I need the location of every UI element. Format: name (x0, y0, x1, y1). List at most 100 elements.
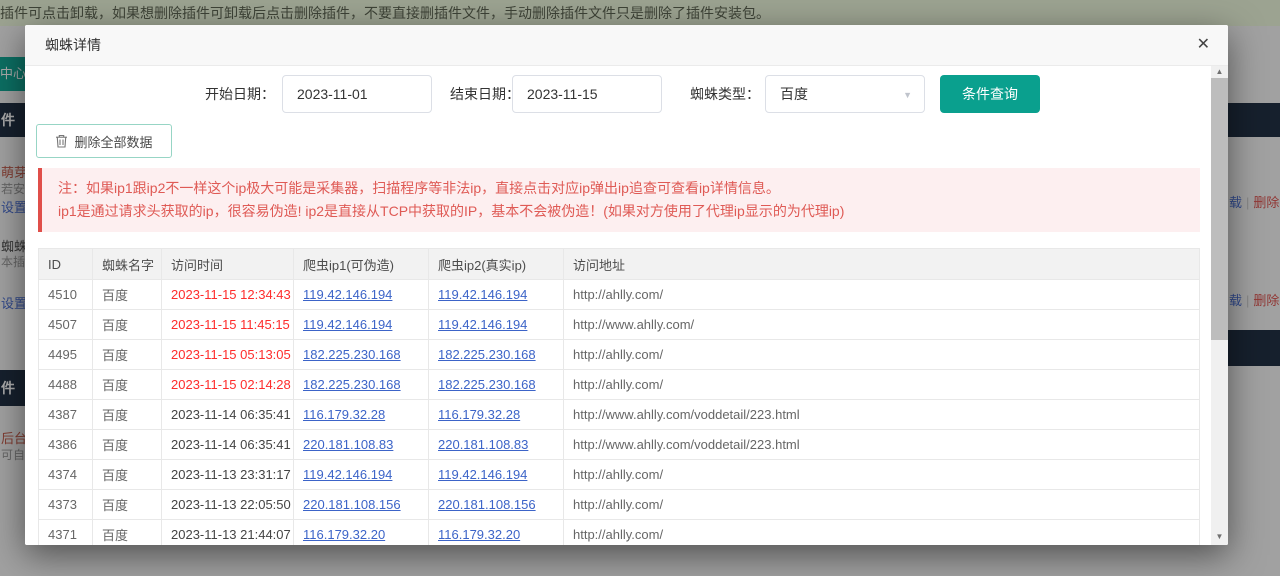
cell-id: 4371 (39, 520, 93, 546)
cell-ip1: 119.42.146.194 (294, 460, 429, 490)
cell-id: 4373 (39, 490, 93, 520)
cell-ip1-link[interactable]: 182.225.230.168 (303, 347, 401, 362)
cell-spider-name: 百度 (93, 430, 162, 460)
cell-spider-name: 百度 (93, 340, 162, 370)
table-header-row: ID蜘蛛名字访问时间爬虫ip1(可伪造)爬虫ip2(真实ip)访问地址 (39, 249, 1200, 280)
cell-spider-name: 百度 (93, 490, 162, 520)
cell-ip2: 119.42.146.194 (429, 280, 564, 310)
cell-ip2-link[interactable]: 182.225.230.168 (438, 377, 536, 392)
cell-ip1-link[interactable]: 119.42.146.194 (303, 287, 392, 302)
cell-ip2-link[interactable]: 220.181.108.83 (438, 437, 528, 452)
column-header: 爬虫ip2(真实ip) (429, 249, 564, 280)
cell-ip1: 182.225.230.168 (294, 370, 429, 400)
cell-ip2: 119.42.146.194 (429, 460, 564, 490)
cell-ip2: 220.181.108.156 (429, 490, 564, 520)
cell-ip2-link[interactable]: 119.42.146.194 (438, 317, 527, 332)
cell-id: 4374 (39, 460, 93, 490)
close-icon[interactable]: ✕ (1197, 25, 1210, 65)
spider-type-value: 百度 (780, 86, 808, 102)
table-row: 4510百度2023-11-15 12:34:43119.42.146.1941… (39, 280, 1200, 310)
delete-all-button[interactable]: 删除全部数据 (36, 124, 172, 158)
cell-ip2-link[interactable]: 116.179.32.20 (438, 527, 520, 542)
table-row: 4387百度2023-11-14 06:35:41116.179.32.2811… (39, 400, 1200, 430)
spider-table: ID蜘蛛名字访问时间爬虫ip1(可伪造)爬虫ip2(真实ip)访问地址 4510… (38, 248, 1200, 545)
cell-spider-name: 百度 (93, 520, 162, 546)
cell-visit-url: http://ahlly.com/ (564, 490, 1200, 520)
cell-ip1: 220.181.108.83 (294, 430, 429, 460)
cell-ip2-link[interactable]: 119.42.146.194 (438, 287, 527, 302)
cell-visit-url: http://www.ahlly.com/voddetail/223.html (564, 400, 1200, 430)
cell-ip1-link[interactable]: 220.181.108.156 (303, 497, 401, 512)
cell-visit-url: http://ahlly.com/ (564, 280, 1200, 310)
cell-visit-url: http://www.ahlly.com/ (564, 310, 1200, 340)
cell-visit-url: http://ahlly.com/ (564, 370, 1200, 400)
scroll-down-icon[interactable]: ▼ (1211, 531, 1228, 543)
cell-ip1: 116.179.32.20 (294, 520, 429, 546)
cell-ip1: 119.42.146.194 (294, 310, 429, 340)
table-row: 4374百度2023-11-13 23:31:17 119.42.146.194 1… (39, 460, 1200, 490)
cell-id: 4387 (39, 400, 93, 430)
cell-id: 4507 (39, 310, 93, 340)
cell-ip2-link[interactable]: 220.181.108.156 (438, 497, 536, 512)
warning-line-2: ip1是通过请求头获取的ip，很容易伪造! ip2是直接从TCP中获取的IP，基… (58, 200, 1200, 223)
cell-visit-url: http://ahlly.com/ (564, 340, 1200, 370)
cell-ip2: 119.42.146.194 (429, 310, 564, 340)
cell-id: 4386 (39, 430, 93, 460)
table-row: 4488百度2023-11-15 02:14:28182.225.230.168… (39, 370, 1200, 400)
table-row: 4495百度2023-11-15 05:13:05 182.225.230.168… (39, 340, 1200, 370)
cell-visit-time: 2023-11-13 23:31:17 (162, 460, 294, 490)
cell-spider-name: 百度 (93, 460, 162, 490)
cell-visit-time: 2023-11-15 11:45:15 (162, 310, 294, 340)
table-body: 4510百度2023-11-15 12:34:43119.42.146.1941… (39, 280, 1200, 546)
cell-ip2: 116.179.32.28 (429, 400, 564, 430)
cell-ip1-link[interactable]: 119.42.146.194 (303, 317, 392, 332)
column-header: 爬虫ip1(可伪造) (294, 249, 429, 280)
start-date-input[interactable] (282, 75, 432, 113)
modal-scrollbar[interactable]: ▲ ▼ (1211, 66, 1228, 545)
cell-ip1: 119.42.146.194 (294, 280, 429, 310)
cell-id: 4510 (39, 280, 93, 310)
cell-ip1-link[interactable]: 116.179.32.20 (303, 527, 385, 542)
chevron-down-icon: ▼ (903, 76, 912, 114)
trash-icon (55, 134, 68, 148)
cell-ip2: 182.225.230.168 (429, 370, 564, 400)
query-button[interactable]: 条件查询 (940, 75, 1040, 113)
cell-ip1-link[interactable]: 220.181.108.83 (303, 437, 393, 452)
cell-visit-time: 2023-11-15 05:13:05 (162, 340, 294, 370)
cell-spider-name: 百度 (93, 310, 162, 340)
table-row: 4373百度2023-11-13 22:05:50 220.181.108.156… (39, 490, 1200, 520)
column-header: ID (39, 249, 93, 280)
spider-type-label: 蜘蛛类型： (690, 75, 760, 113)
screen: 插件可点击卸载，如果想删除插件可卸载后点击删除插件，不要直接删插件文件，手动删除… (0, 0, 1280, 576)
cell-ip2-link[interactable]: 119.42.146.194 (438, 467, 527, 482)
cell-ip1-link[interactable]: 119.42.146.194 (303, 467, 392, 482)
cell-visit-time: 2023-11-13 21:44:07 (162, 520, 294, 546)
column-header: 蜘蛛名字 (93, 249, 162, 280)
cell-ip1: 182.225.230.168 (294, 340, 429, 370)
cell-id: 4488 (39, 370, 93, 400)
cell-ip2: 182.225.230.168 (429, 340, 564, 370)
spider-type-select[interactable]: 百度 ▼ (765, 75, 925, 113)
cell-ip1-link[interactable]: 182.225.230.168 (303, 377, 401, 392)
modal-header: 蜘蛛详情 ✕ (25, 25, 1228, 66)
cell-visit-url: http://ahlly.com/ (564, 460, 1200, 490)
end-date-input[interactable] (512, 75, 662, 113)
cell-visit-time: 2023-11-14 06:35:41 (162, 430, 294, 460)
delete-all-label: 删除全部数据 (74, 132, 152, 151)
cell-id: 4495 (39, 340, 93, 370)
cell-visit-time: 2023-11-13 22:05:50 (162, 490, 294, 520)
scroll-up-icon[interactable]: ▲ (1211, 66, 1228, 78)
column-header: 访问地址 (564, 249, 1200, 280)
cell-spider-name: 百度 (93, 400, 162, 430)
scrollbar-thumb[interactable] (1211, 78, 1228, 340)
cell-visit-url: http://ahlly.com/ (564, 520, 1200, 546)
warning-line-1: 注：如果ip1跟ip2不一样这个ip极大可能是采集器，扫描程序等非法ip，直接点… (58, 177, 1200, 200)
end-date-label: 结束日期： (450, 75, 520, 113)
cell-ip2: 220.181.108.83 (429, 430, 564, 460)
cell-ip2-link[interactable]: 182.225.230.168 (438, 347, 536, 362)
ip-warning-note: 注：如果ip1跟ip2不一样这个ip极大可能是采集器，扫描程序等非法ip，直接点… (38, 168, 1200, 232)
table-row: 4386百度2023-11-14 06:35:41 220.181.108.83 2… (39, 430, 1200, 460)
cell-ip2-link[interactable]: 116.179.32.28 (438, 407, 520, 422)
cell-ip1-link[interactable]: 116.179.32.28 (303, 407, 385, 422)
table-row: 4371百度2023-11-13 21:44:07 116.179.32.20 11… (39, 520, 1200, 546)
